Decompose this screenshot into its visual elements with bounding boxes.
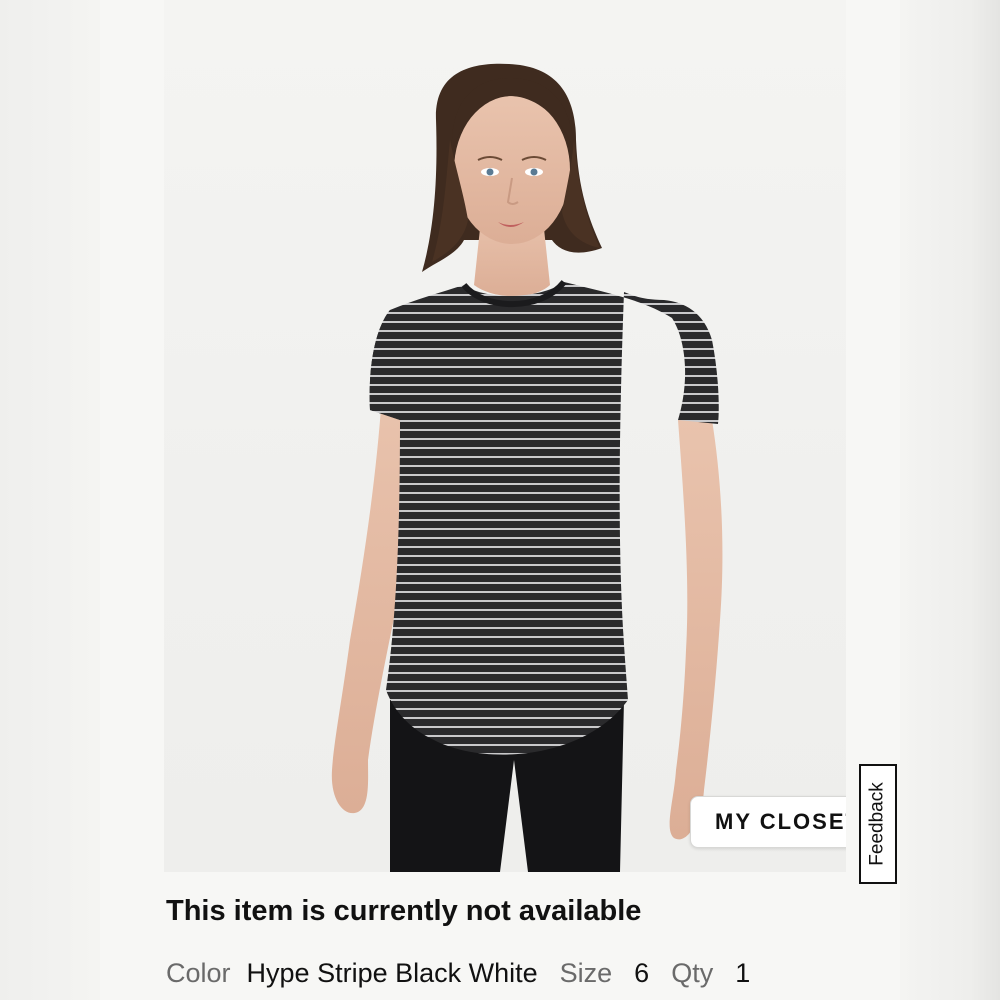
left-backdrop bbox=[0, 0, 100, 1000]
color-value: Hype Stripe Black White bbox=[246, 958, 538, 988]
my-closet-button[interactable]: MY CLOSET bbox=[690, 796, 846, 848]
size-value: 6 bbox=[634, 958, 650, 988]
my-closet-label: MY CLOSET bbox=[715, 809, 846, 834]
product-image[interactable]: MY CLOSET bbox=[164, 0, 846, 872]
feedback-label: Feedback bbox=[867, 782, 889, 866]
availability-message: This item is currently not available bbox=[166, 895, 642, 927]
product-card: MY CLOSET Feedback This item is currentl… bbox=[100, 0, 900, 1000]
feedback-tab[interactable]: Feedback bbox=[859, 764, 897, 884]
size-label: Size bbox=[559, 958, 613, 988]
qty-value: 1 bbox=[735, 958, 751, 988]
model-illustration bbox=[331, 63, 723, 872]
color-label: Color bbox=[166, 958, 231, 988]
right-backdrop bbox=[900, 0, 1000, 1000]
qty-label: Qty bbox=[671, 958, 714, 988]
product-details: Color Hype Stripe Black White Size 6 Qty… bbox=[166, 958, 750, 989]
